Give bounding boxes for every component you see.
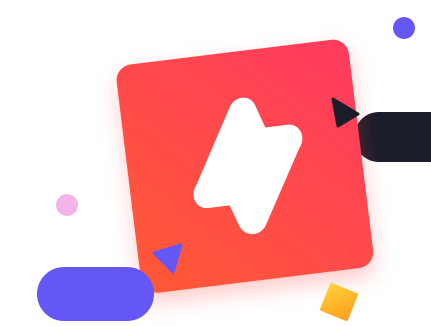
orange-diamond — [320, 283, 358, 321]
app-tile — [116, 39, 374, 293]
purple-dot — [393, 17, 415, 39]
illustration-canvas — [37, 17, 431, 321]
dark-pill — [354, 112, 431, 162]
illustration-scene — [0, 0, 431, 326]
pink-dot — [56, 194, 78, 216]
purple-pill — [37, 267, 154, 321]
